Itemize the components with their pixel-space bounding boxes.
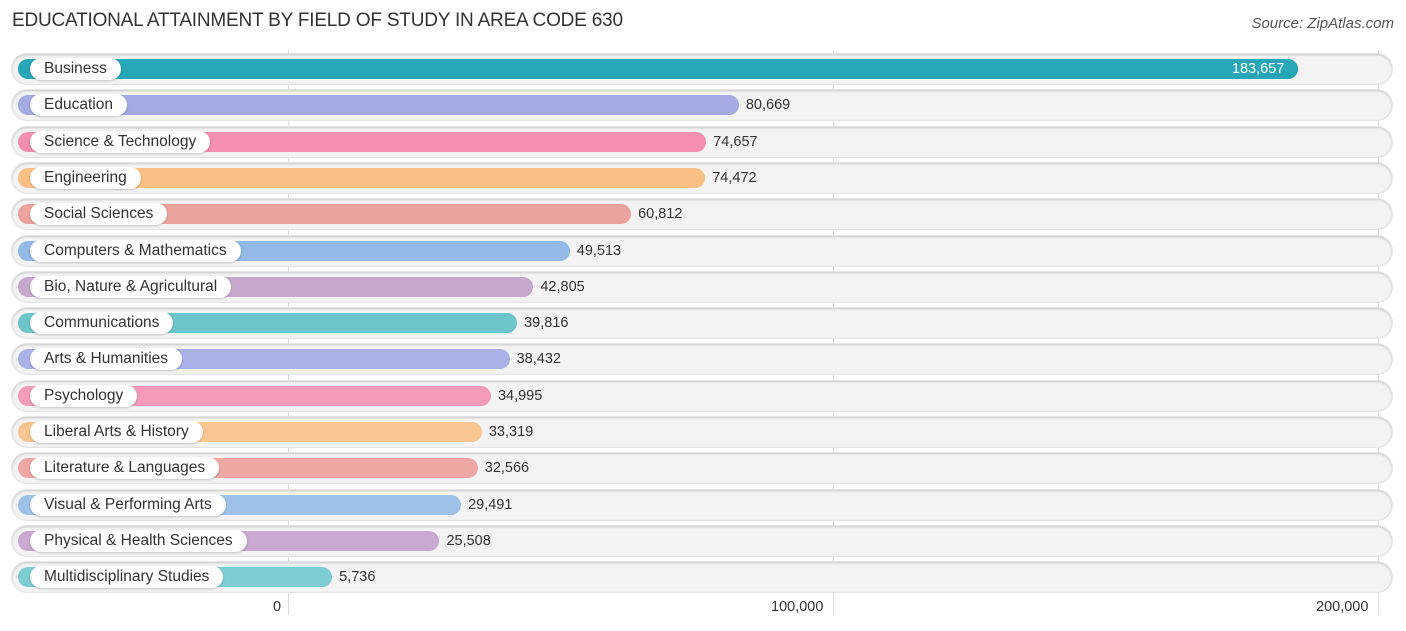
chart-root: EDUCATIONAL ATTAINMENT BY FIELD OF STUDY… xyxy=(0,0,1406,631)
category-label: Physical & Health Sciences xyxy=(30,529,247,552)
chart-title: EDUCATIONAL ATTAINMENT BY FIELD OF STUDY… xyxy=(12,10,623,31)
value-label: 60,812 xyxy=(638,206,683,223)
value-label: 49,513 xyxy=(576,242,622,259)
category-label: Bio, Nature & Agricultural xyxy=(30,275,232,298)
value-label: 74,472 xyxy=(712,169,757,186)
category-label: Liberal Arts & History xyxy=(30,421,203,443)
chart-source: Source: ZipAtlas.com xyxy=(1251,15,1394,32)
category-label: Visual & Performing Arts xyxy=(30,493,226,516)
category-label: Business xyxy=(30,58,121,80)
category-label: Science & Technology xyxy=(30,130,211,153)
x-tick-0: 0 xyxy=(273,599,282,615)
value-label: 42,805 xyxy=(540,278,585,295)
x-tick-100000: 100,000 xyxy=(771,599,824,615)
value-label: 39,816 xyxy=(524,315,569,332)
x-tick-200000: 200,000 xyxy=(1316,599,1369,615)
category-label: Engineering xyxy=(30,166,141,189)
value-label: 74,657 xyxy=(713,133,758,150)
value-label: 25,508 xyxy=(446,532,491,549)
category-label: Psychology xyxy=(30,384,138,407)
bar xyxy=(18,59,1298,79)
value-label: 34,995 xyxy=(497,387,543,404)
value-label: 38,432 xyxy=(516,351,561,368)
value-label: 29,491 xyxy=(468,496,513,513)
value-label: 183,657 xyxy=(1231,61,1285,77)
category-label: Arts & Humanities xyxy=(30,348,183,371)
value-label: 33,319 xyxy=(488,424,534,440)
category-label: Education xyxy=(30,94,127,117)
value-label: 32,566 xyxy=(484,460,530,477)
category-label: Computers & Mathematics xyxy=(30,239,241,262)
category-label: Communications xyxy=(30,312,174,335)
category-label: Social Sciences xyxy=(30,203,168,226)
category-label: Literature & Languages xyxy=(30,457,220,480)
value-label: 5,736 xyxy=(339,569,376,586)
value-label: 80,669 xyxy=(745,97,791,114)
category-label: Multidisciplinary Studies xyxy=(30,566,224,589)
